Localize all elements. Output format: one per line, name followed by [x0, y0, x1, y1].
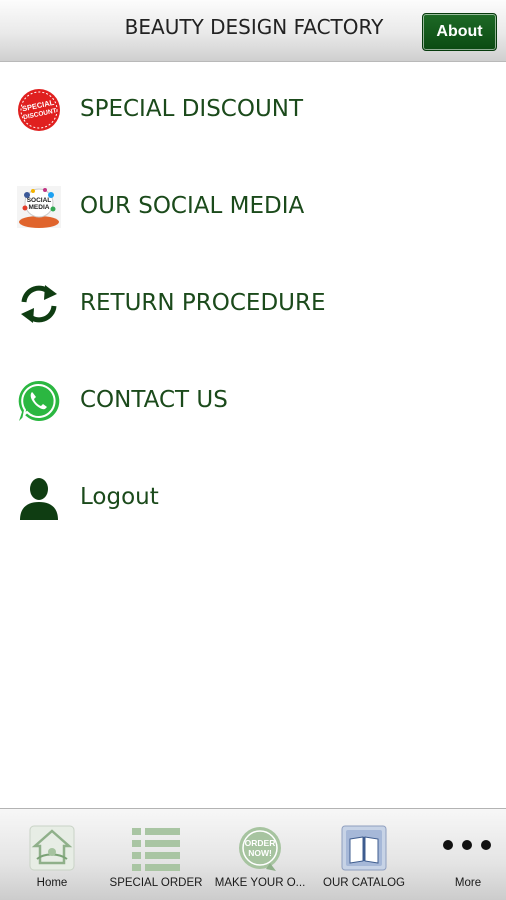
- menu-item-logout[interactable]: Logout: [0, 462, 506, 532]
- book-icon: [341, 825, 387, 871]
- tab-more[interactable]: More: [418, 809, 506, 900]
- special-discount-icon: SPECIAL DISCOUNT: [18, 89, 60, 131]
- svg-text:MEDIA: MEDIA: [29, 204, 50, 211]
- tab-label: More: [454, 877, 482, 889]
- menu-item-return-procedure[interactable]: RETURN PROCEDURE: [0, 268, 506, 338]
- app-header: BEAUTY DESIGN FACTORY About: [0, 0, 506, 62]
- menu-item-contact-us[interactable]: CONTACT US: [0, 365, 506, 435]
- tab-make-your-order[interactable]: ORDER NOW! MAKE YOUR O...: [210, 809, 310, 900]
- tab-label: OUR CATALOG: [323, 877, 405, 889]
- svg-text:ORDER: ORDER: [245, 838, 276, 848]
- tab-home[interactable]: Home: [2, 809, 102, 900]
- menu-item-label: CONTACT US: [80, 387, 228, 413]
- tab-label: SPECIAL ORDER: [109, 877, 203, 889]
- more-icon: [443, 840, 491, 850]
- refresh-icon: [21, 285, 57, 323]
- menu-item-label: RETURN PROCEDURE: [80, 290, 326, 316]
- menu-item-label: SPECIAL DISCOUNT: [80, 96, 304, 122]
- tab-our-catalog[interactable]: OUR CATALOG: [312, 809, 416, 900]
- menu-item-label: Logout: [80, 484, 159, 510]
- about-button[interactable]: About: [422, 13, 497, 51]
- whatsapp-icon: [18, 380, 60, 421]
- menu-item-social-media[interactable]: SOCIAL MEDIA OUR SOCIAL MEDIA: [0, 171, 506, 241]
- menu-item-label: OUR SOCIAL MEDIA: [80, 193, 305, 219]
- tab-label: MAKE YOUR O...: [214, 877, 306, 889]
- home-icon: [29, 825, 75, 871]
- menu-item-special-discount[interactable]: SPECIAL DISCOUNT SPECIAL DISCOUNT: [0, 74, 506, 144]
- order-now-icon: ORDER NOW!: [239, 827, 281, 871]
- bottom-tab-bar: Home SPECIAL ORDER ORDER NOW! MAKE YOUR …: [0, 808, 506, 900]
- svg-text:NOW!: NOW!: [248, 848, 272, 858]
- tab-label: Home: [36, 877, 68, 889]
- list-icon: [132, 828, 180, 871]
- tab-special-order[interactable]: SPECIAL ORDER: [104, 809, 208, 900]
- social-media-icon: SOCIAL MEDIA: [17, 186, 61, 228]
- user-icon: [20, 478, 58, 520]
- svg-text:SOCIAL: SOCIAL: [27, 197, 52, 204]
